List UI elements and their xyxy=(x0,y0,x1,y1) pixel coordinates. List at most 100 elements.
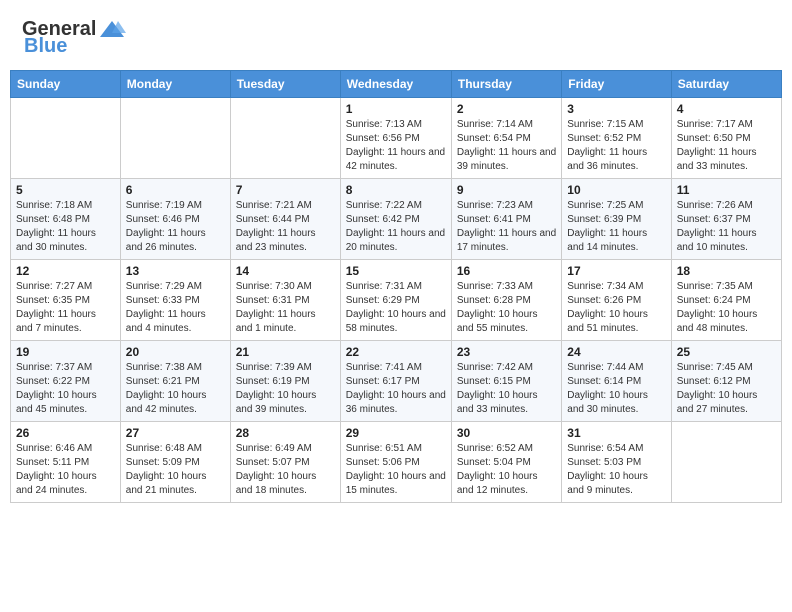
day-info: Sunrise: 6:49 AM Sunset: 5:07 PM Dayligh… xyxy=(236,442,335,498)
calendar-cell: 6 Sunrise: 7:19 AM Sunset: 6:46 PM Daylig… xyxy=(120,179,230,260)
day-number: 6 xyxy=(126,183,225,197)
calendar-cell: 26 Sunrise: 6:46 AM Sunset: 5:11 PM Dayli… xyxy=(11,422,121,503)
day-number: 27 xyxy=(126,426,225,440)
calendar-cell: 14 Sunrise: 7:30 AM Sunset: 6:31 PM Dayli… xyxy=(230,260,340,341)
day-info: Sunrise: 7:41 AM Sunset: 6:17 PM Dayligh… xyxy=(346,361,446,417)
day-number: 22 xyxy=(346,345,446,359)
calendar-cell: 1 Sunrise: 7:13 AM Sunset: 6:56 PM Daylig… xyxy=(340,98,451,179)
calendar-cell: 7Sunrise: 7:21 AM Sunset: 6:44 PM Daylig… xyxy=(230,179,340,260)
calendar-header-thursday: Thursday xyxy=(451,71,561,98)
day-number: 18 xyxy=(677,264,776,278)
day-number: 1 xyxy=(346,102,446,116)
calendar-cell: 29 Sunrise: 6:51 AM Sunset: 5:06 PM Dayli… xyxy=(340,422,451,503)
day-number: 12 xyxy=(16,264,115,278)
day-info: Sunrise: 7:34 AM Sunset: 6:26 PM Dayligh… xyxy=(567,280,665,336)
day-number: 2 xyxy=(457,102,556,116)
calendar-header-row: SundayMondayTuesdayWednesdayThursdayFrid… xyxy=(11,71,782,98)
calendar-cell: 12Sunrise: 7:27 AM Sunset: 6:35 PM Dayli… xyxy=(11,260,121,341)
calendar-cell: 22 Sunrise: 7:41 AM Sunset: 6:17 PM Dayli… xyxy=(340,341,451,422)
calendar-cell: 15 Sunrise: 7:31 AM Sunset: 6:29 PM Dayli… xyxy=(340,260,451,341)
day-number: 3 xyxy=(567,102,665,116)
day-info: Sunrise: 7:45 AM Sunset: 6:12 PM Dayligh… xyxy=(677,361,776,417)
calendar-week-row: 5 Sunrise: 7:18 AM Sunset: 6:48 PM Daylig… xyxy=(11,179,782,260)
calendar-header-saturday: Saturday xyxy=(671,71,781,98)
calendar-cell xyxy=(11,98,121,179)
day-info: Sunrise: 7:42 AM Sunset: 6:15 PM Dayligh… xyxy=(457,361,556,417)
day-info: Sunrise: 7:30 AM Sunset: 6:31 PM Dayligh… xyxy=(236,280,335,336)
day-info: Sunrise: 7:31 AM Sunset: 6:29 PM Dayligh… xyxy=(346,280,446,336)
day-info: Sunrise: 7:44 AM Sunset: 6:14 PM Dayligh… xyxy=(567,361,665,417)
calendar-cell: 17 Sunrise: 7:34 AM Sunset: 6:26 PM Dayli… xyxy=(562,260,671,341)
calendar-cell: 31 Sunrise: 6:54 AM Sunset: 5:03 PM Dayli… xyxy=(562,422,671,503)
day-number: 13 xyxy=(126,264,225,278)
day-number: 16 xyxy=(457,264,556,278)
day-number: 4 xyxy=(677,102,776,116)
calendar-cell xyxy=(671,422,781,503)
day-info: Sunrise: 7:15 AM Sunset: 6:52 PM Dayligh… xyxy=(567,118,665,174)
calendar-cell: 2 Sunrise: 7:14 AM Sunset: 6:54 PM Daylig… xyxy=(451,98,561,179)
day-info: Sunrise: 7:38 AM Sunset: 6:21 PM Dayligh… xyxy=(126,361,225,417)
calendar-table: SundayMondayTuesdayWednesdayThursdayFrid… xyxy=(10,70,782,503)
day-number: 7 xyxy=(236,183,335,197)
calendar-cell: 20 Sunrise: 7:38 AM Sunset: 6:21 PM Dayli… xyxy=(120,341,230,422)
calendar-week-row: 12Sunrise: 7:27 AM Sunset: 6:35 PM Dayli… xyxy=(11,260,782,341)
calendar-cell: 11 Sunrise: 7:26 AM Sunset: 6:37 PM Dayli… xyxy=(671,179,781,260)
calendar-cell: 18Sunrise: 7:35 AM Sunset: 6:24 PM Dayli… xyxy=(671,260,781,341)
day-number: 15 xyxy=(346,264,446,278)
day-number: 26 xyxy=(16,426,115,440)
calendar-cell: 5 Sunrise: 7:18 AM Sunset: 6:48 PM Daylig… xyxy=(11,179,121,260)
day-info: Sunrise: 7:13 AM Sunset: 6:56 PM Dayligh… xyxy=(346,118,446,174)
calendar-header-friday: Friday xyxy=(562,71,671,98)
day-number: 31 xyxy=(567,426,665,440)
day-info: Sunrise: 6:46 AM Sunset: 5:11 PM Dayligh… xyxy=(16,442,115,498)
calendar-cell: 9 Sunrise: 7:23 AM Sunset: 6:41 PM Daylig… xyxy=(451,179,561,260)
day-number: 14 xyxy=(236,264,335,278)
day-number: 5 xyxy=(16,183,115,197)
day-info: Sunrise: 6:48 AM Sunset: 5:09 PM Dayligh… xyxy=(126,442,225,498)
day-number: 11 xyxy=(677,183,776,197)
day-info: Sunrise: 7:33 AM Sunset: 6:28 PM Dayligh… xyxy=(457,280,556,336)
day-info: Sunrise: 7:39 AM Sunset: 6:19 PM Dayligh… xyxy=(236,361,335,417)
day-info: Sunrise: 7:23 AM Sunset: 6:41 PM Dayligh… xyxy=(457,199,556,255)
day-number: 20 xyxy=(126,345,225,359)
day-info: Sunrise: 7:14 AM Sunset: 6:54 PM Dayligh… xyxy=(457,118,556,174)
day-info: Sunrise: 7:18 AM Sunset: 6:48 PM Dayligh… xyxy=(16,199,115,255)
day-number: 9 xyxy=(457,183,556,197)
calendar-header-tuesday: Tuesday xyxy=(230,71,340,98)
calendar-cell: 21 Sunrise: 7:39 AM Sunset: 6:19 PM Dayli… xyxy=(230,341,340,422)
day-number: 10 xyxy=(567,183,665,197)
calendar-cell: 19Sunrise: 7:37 AM Sunset: 6:22 PM Dayli… xyxy=(11,341,121,422)
day-info: Sunrise: 6:54 AM Sunset: 5:03 PM Dayligh… xyxy=(567,442,665,498)
day-number: 24 xyxy=(567,345,665,359)
calendar-week-row: 1 Sunrise: 7:13 AM Sunset: 6:56 PM Daylig… xyxy=(11,98,782,179)
day-info: Sunrise: 7:25 AM Sunset: 6:39 PM Dayligh… xyxy=(567,199,665,255)
calendar-header-sunday: Sunday xyxy=(11,71,121,98)
calendar-cell: 13Sunrise: 7:29 AM Sunset: 6:33 PM Dayli… xyxy=(120,260,230,341)
logo-blue-text: Blue xyxy=(24,35,67,58)
calendar-cell xyxy=(230,98,340,179)
day-number: 30 xyxy=(457,426,556,440)
calendar-cell: 30 Sunrise: 6:52 AM Sunset: 5:04 PM Dayli… xyxy=(451,422,561,503)
calendar-week-row: 19Sunrise: 7:37 AM Sunset: 6:22 PM Dayli… xyxy=(11,341,782,422)
calendar-header-monday: Monday xyxy=(120,71,230,98)
calendar-cell: 28 Sunrise: 6:49 AM Sunset: 5:07 PM Dayli… xyxy=(230,422,340,503)
day-info: Sunrise: 7:17 AM Sunset: 6:50 PM Dayligh… xyxy=(677,118,776,174)
calendar-cell: 8Sunrise: 7:22 AM Sunset: 6:42 PM Daylig… xyxy=(340,179,451,260)
day-number: 19 xyxy=(16,345,115,359)
calendar-cell: 23Sunrise: 7:42 AM Sunset: 6:15 PM Dayli… xyxy=(451,341,561,422)
calendar-cell: 25 Sunrise: 7:45 AM Sunset: 6:12 PM Dayli… xyxy=(671,341,781,422)
day-number: 28 xyxy=(236,426,335,440)
day-number: 29 xyxy=(346,426,446,440)
logo: General Blue xyxy=(22,18,126,58)
day-info: Sunrise: 6:52 AM Sunset: 5:04 PM Dayligh… xyxy=(457,442,556,498)
day-info: Sunrise: 7:26 AM Sunset: 6:37 PM Dayligh… xyxy=(677,199,776,255)
day-number: 25 xyxy=(677,345,776,359)
day-info: Sunrise: 6:51 AM Sunset: 5:06 PM Dayligh… xyxy=(346,442,446,498)
day-number: 21 xyxy=(236,345,335,359)
calendar-cell: 24 Sunrise: 7:44 AM Sunset: 6:14 PM Dayli… xyxy=(562,341,671,422)
day-number: 17 xyxy=(567,264,665,278)
calendar-cell xyxy=(120,98,230,179)
day-info: Sunrise: 7:19 AM Sunset: 6:46 PM Dayligh… xyxy=(126,199,225,255)
calendar-week-row: 26 Sunrise: 6:46 AM Sunset: 5:11 PM Dayli… xyxy=(11,422,782,503)
calendar-cell: 4 Sunrise: 7:17 AM Sunset: 6:50 PM Daylig… xyxy=(671,98,781,179)
